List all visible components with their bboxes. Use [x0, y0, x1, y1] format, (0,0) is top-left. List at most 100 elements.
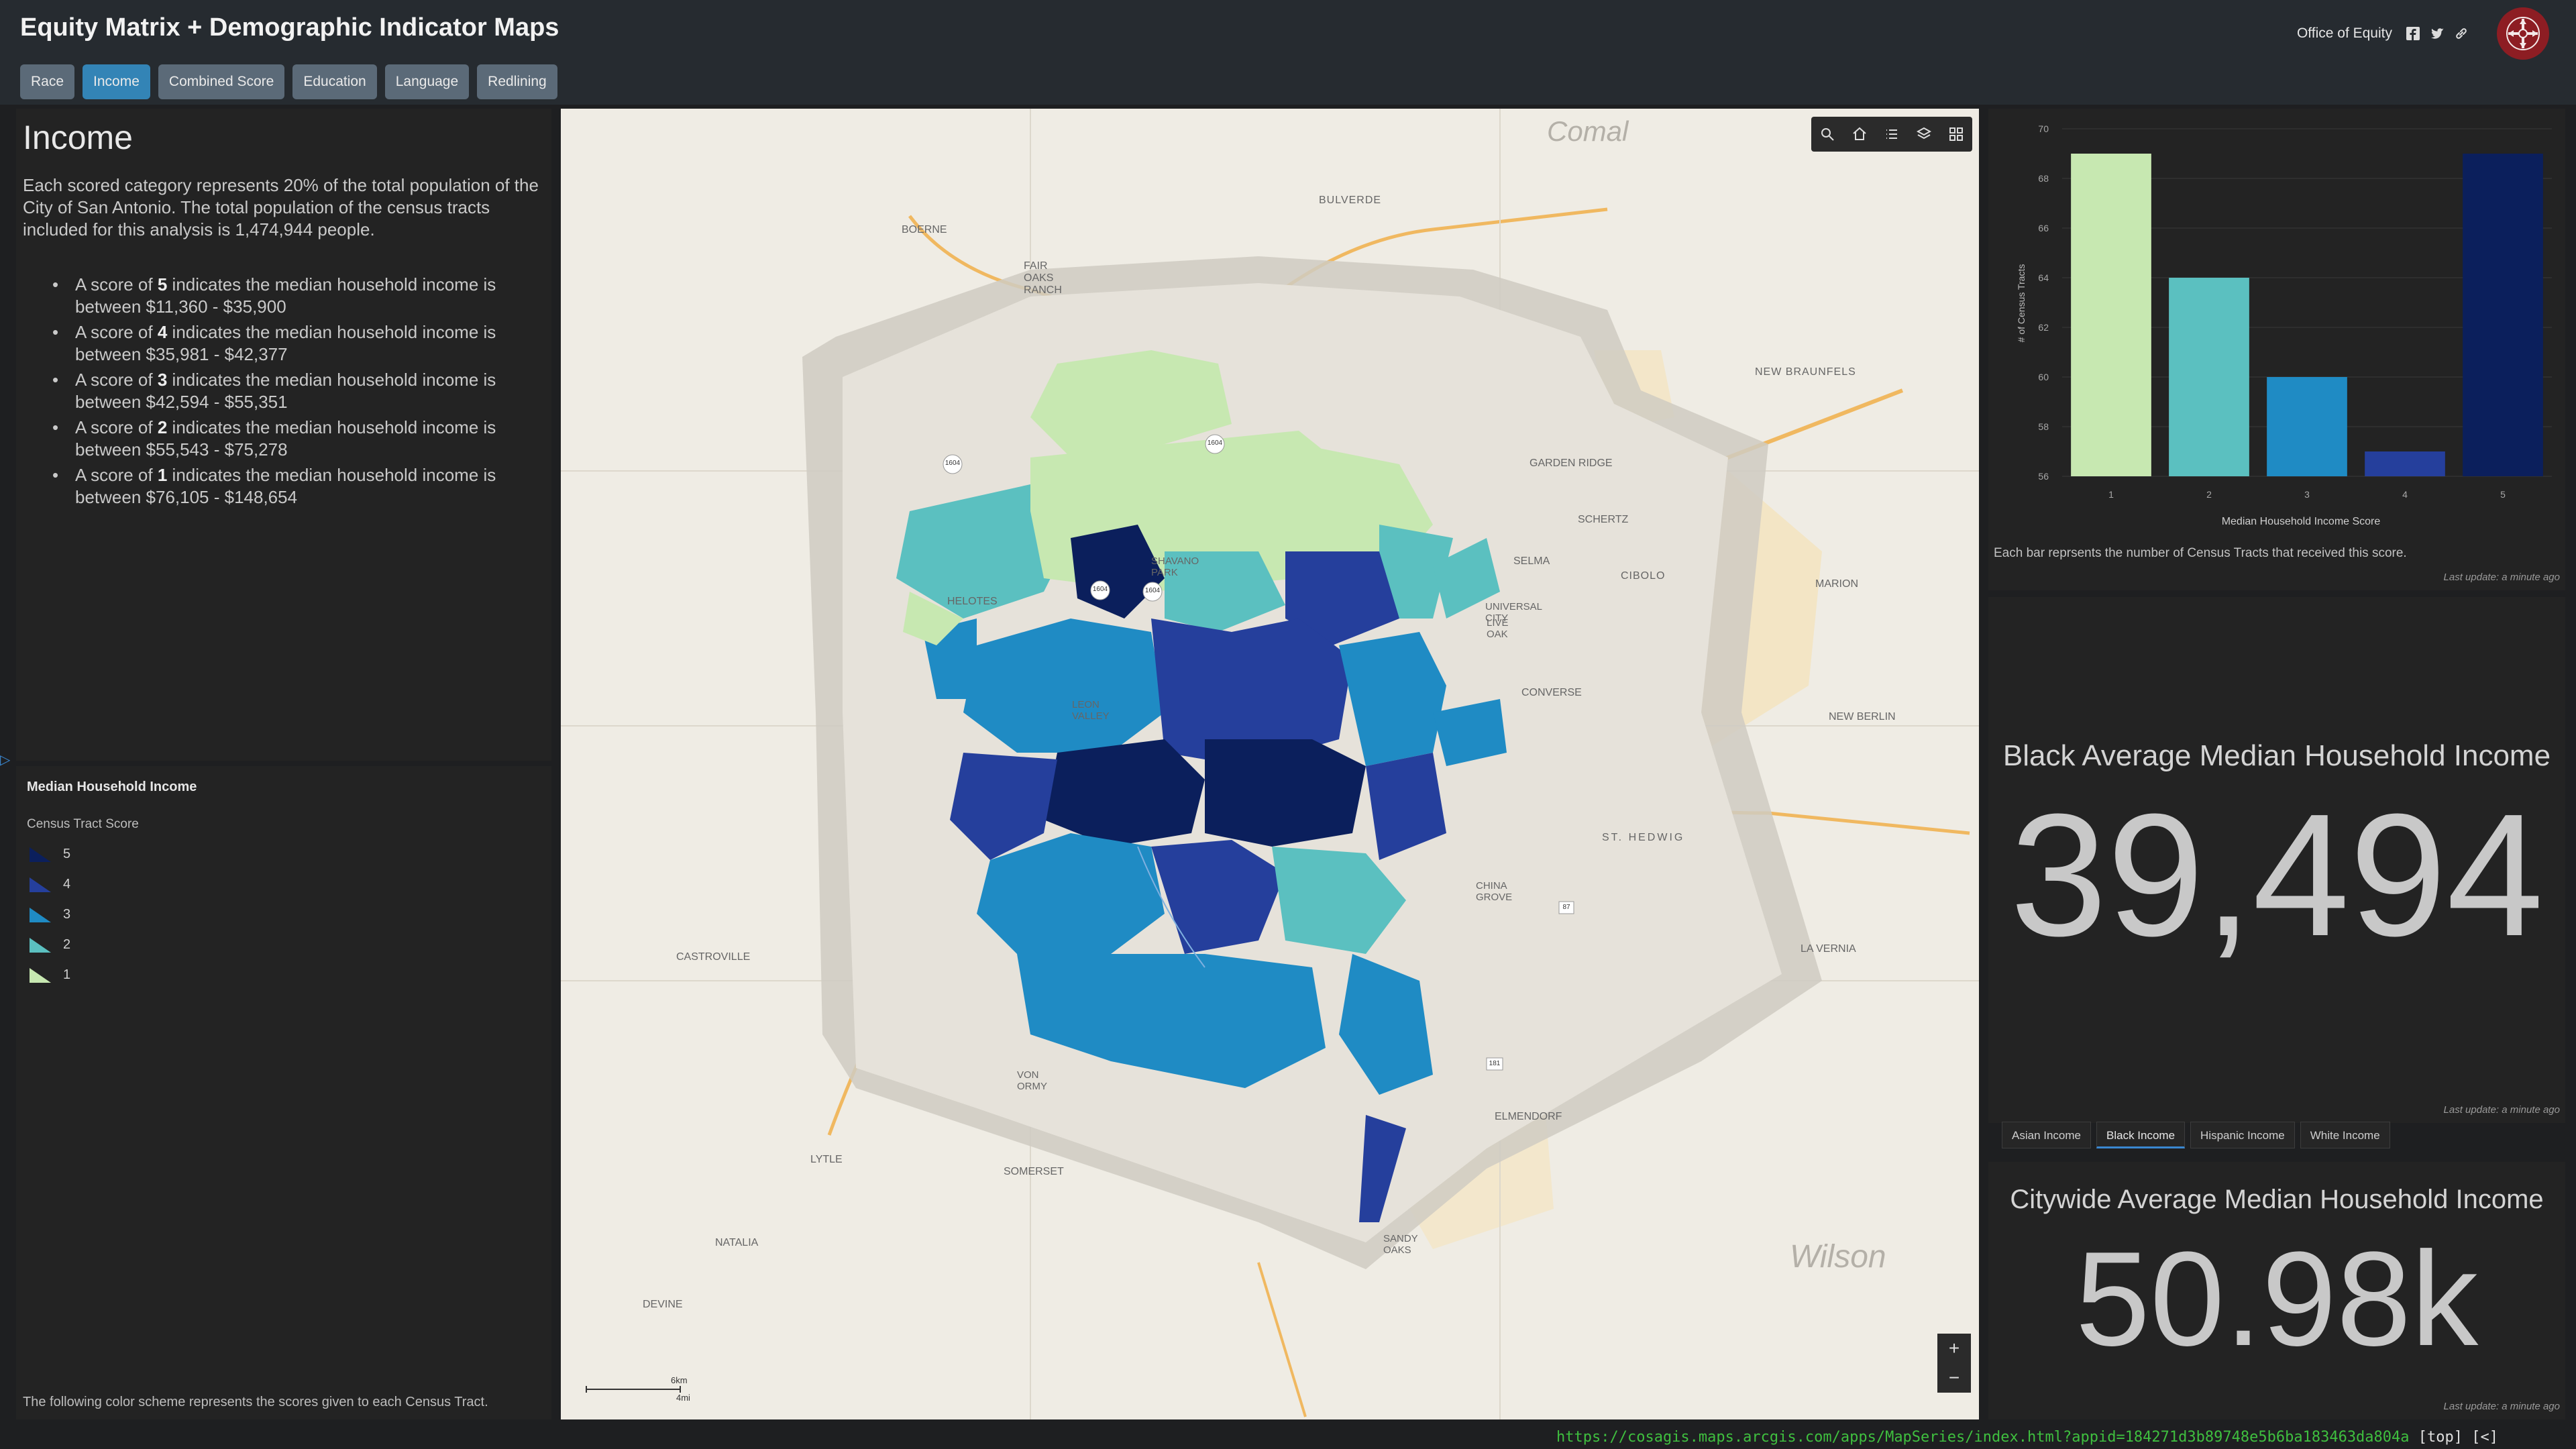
layers-icon[interactable] — [1908, 117, 1940, 152]
map-label: LEON VALLEY — [1072, 699, 1110, 722]
tab-bar: Race Income Combined Score Education Lan… — [20, 64, 557, 99]
panel-expand-arrow-icon[interactable]: ▷ — [0, 751, 10, 768]
indicator-value: 39,494 — [2010, 778, 2544, 973]
map-label: HELOTES — [947, 596, 998, 607]
list-item: A score of 5 indicates the median househ… — [52, 274, 542, 318]
list-item: A score of 4 indicates the median househ… — [52, 321, 542, 366]
last-update-text: Last update: a minute ago — [2443, 572, 2560, 583]
legend-subtitle: Census Tract Score — [27, 817, 139, 831]
map-label: NATALIA — [715, 1237, 759, 1248]
highway-shield: 1604 — [1092, 586, 1108, 593]
highway-shield: 87 — [1562, 904, 1570, 911]
legend-entry: 3 — [28, 903, 70, 926]
twitter-icon[interactable] — [2430, 26, 2445, 41]
citywide-income-indicator: Citywide Average Median Household Income… — [1988, 1162, 2565, 1419]
list-icon[interactable] — [1876, 117, 1908, 152]
tab-redlining[interactable]: Redlining — [477, 64, 557, 99]
y-tick-label: 66 — [2038, 223, 2049, 233]
tab-income[interactable]: Income — [83, 64, 150, 99]
score-list: A score of 5 indicates the median househ… — [52, 274, 542, 512]
y-tick-label: 70 — [2038, 123, 2049, 134]
tab-race[interactable]: Race — [20, 64, 75, 99]
tab-combined-score[interactable]: Combined Score — [158, 64, 285, 99]
map-label: SHAVANO PARK — [1151, 555, 1199, 578]
city-seal-logo[interactable] — [2497, 7, 2549, 60]
list-item: A score of 1 indicates the median househ… — [52, 464, 542, 508]
bar-score-4[interactable] — [2365, 451, 2445, 476]
indicator-title: Black Average Median Household Income — [2002, 739, 2551, 772]
map-label: GARDEN RIDGE — [1529, 458, 1613, 469]
highway-shield: 1604 — [1144, 587, 1161, 594]
tab-asian-income[interactable]: Asian Income — [2002, 1122, 2091, 1148]
section-title: Income — [23, 119, 133, 156]
map-view[interactable]: Comal BULVERDE BOERNE FAIR OAKS RANCH NE… — [561, 109, 1979, 1419]
last-update-text: Last update: a minute ago — [2443, 1104, 2560, 1116]
app-header: Equity Matrix + Demographic Indicator Ma… — [0, 0, 2576, 105]
indicator-title: Citywide Average Median Household Income — [2010, 1185, 2544, 1214]
facebook-icon[interactable] — [2406, 26, 2420, 41]
tab-hispanic-income[interactable]: Hispanic Income — [2190, 1122, 2295, 1148]
office-of-equity-link[interactable]: Office of Equity — [2297, 25, 2392, 42]
zoom-in-button[interactable]: + — [1937, 1334, 1971, 1363]
highway-shield: 181 — [1489, 1060, 1501, 1067]
map-label-comal: Comal — [1547, 115, 1629, 147]
legend-entry: 2 — [28, 933, 70, 956]
map-label: DEVINE — [643, 1299, 683, 1310]
x-axis-label: Median Household Income Score — [2222, 516, 2381, 527]
map-label: NEW BERLIN — [1829, 711, 1896, 722]
tab-white-income[interactable]: White Income — [2300, 1122, 2390, 1148]
bar-score-5[interactable] — [2463, 154, 2543, 476]
x-tick-label: 3 — [2304, 489, 2310, 500]
map-label: FAIR OAKS RANCH — [1024, 260, 1062, 296]
x-tick-label: 4 — [2402, 489, 2408, 500]
legend-entry: 5 — [28, 843, 70, 865]
map-label: SOMERSET — [1004, 1166, 1064, 1177]
bar-score-3[interactable] — [2267, 377, 2347, 476]
legend-entry: 1 — [28, 963, 70, 986]
scale-bar: 6km 4mi — [585, 1375, 719, 1403]
header-links: Office of Equity — [2297, 7, 2549, 60]
y-tick-label: 64 — [2038, 272, 2049, 283]
basemap-icon[interactable] — [1940, 117, 1972, 152]
legend-swatch-icon — [30, 908, 51, 922]
y-tick-label: 58 — [2038, 421, 2049, 432]
scale-label-mi: 4mi — [676, 1393, 690, 1403]
y-tick-label: 60 — [2038, 372, 2049, 382]
map-label: CONVERSE — [1521, 687, 1582, 698]
section-description: Each scored category represents 20% of t… — [23, 175, 539, 239]
status-url[interactable]: https://cosagis.maps.arcgis.com/apps/Map… — [1556, 1429, 2410, 1446]
map-label: LYTLE — [810, 1154, 843, 1165]
tab-education[interactable]: Education — [292, 64, 377, 99]
zoom-out-button[interactable]: − — [1937, 1363, 1971, 1393]
chart-bars — [2071, 154, 2543, 476]
map-label: LA VERNIA — [1801, 943, 1856, 955]
map-label: MARION — [1815, 578, 1858, 590]
zoom-control: + − — [1937, 1334, 1971, 1393]
map-label: BULVERDE — [1319, 195, 1382, 206]
link-icon[interactable] — [2454, 26, 2469, 41]
bar-score-1[interactable] — [2071, 154, 2151, 476]
y-tick-label: 56 — [2038, 471, 2049, 482]
search-icon[interactable] — [1811, 117, 1843, 152]
y-tick-label: 68 — [2038, 173, 2049, 184]
legend-footer: The following color scheme represents th… — [23, 1395, 488, 1409]
black-income-indicator: Black Average Median Household Income 39… — [1988, 597, 2565, 1123]
basemap — [561, 109, 1979, 1419]
highway-shield: 1604 — [945, 460, 961, 467]
tab-language[interactable]: Language — [384, 64, 470, 99]
description-panel: Income Each scored category represents 2… — [16, 109, 551, 761]
status-url-suffix: [top] [<] — [2409, 1429, 2498, 1446]
chart-caption: Each bar reprsents the number of Census … — [1994, 546, 2407, 560]
home-icon[interactable] — [1843, 117, 1876, 152]
tab-black-income[interactable]: Black Income — [2096, 1122, 2186, 1148]
map-label: LIVE OAK — [1487, 617, 1509, 640]
indicator-value: 50.98k — [2075, 1224, 2479, 1374]
legend-swatch-icon — [30, 847, 51, 862]
map-label: CASTROVILLE — [676, 951, 751, 963]
scale-label-km: 6km — [671, 1375, 688, 1385]
bar-score-2[interactable] — [2169, 278, 2249, 476]
map-label: NEW BRAUNFELS — [1755, 366, 1856, 378]
status-url-bar: https://cosagis.maps.arcgis.com/apps/Map… — [1556, 1429, 2498, 1446]
bar-chart[interactable]: 56 58 60 62 64 66 68 70 1 2 3 4 5 Median Household I… — [1988, 109, 2565, 538]
legend-panel: Median Household Income Census Tract Sco… — [16, 766, 551, 1419]
